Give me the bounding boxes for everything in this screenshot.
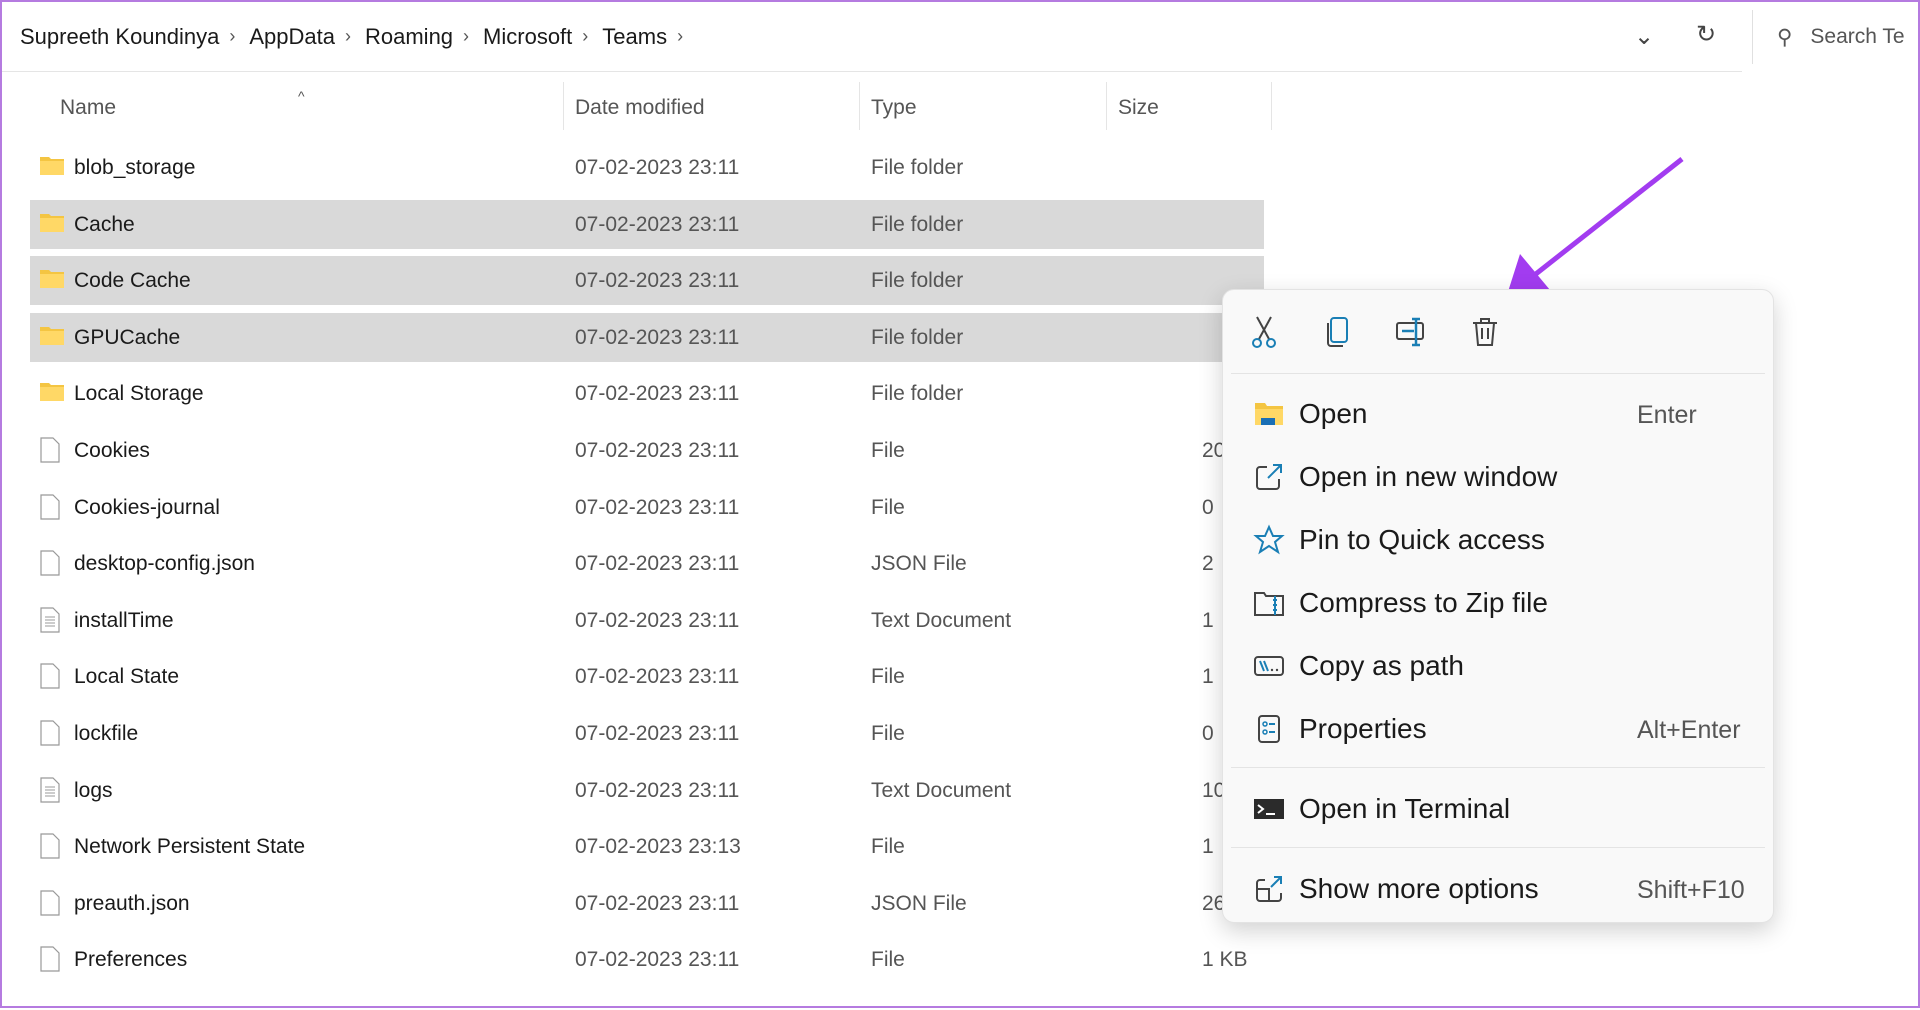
cut-icon[interactable] (1244, 312, 1284, 352)
copy-icon[interactable] (1318, 312, 1358, 352)
context-menu: Open Enter Open in new window Pin to Qui… (1222, 289, 1774, 923)
menu-item-open[interactable]: Open Enter (1231, 386, 1765, 442)
menu-item-copy-as-path[interactable]: Copy as path (1231, 638, 1765, 694)
shortcut-hint: Shift+F10 (1637, 876, 1745, 904)
terminal-icon (1253, 793, 1285, 825)
shortcut-hint: Enter (1637, 401, 1697, 429)
shortcut-hint: Alt+Enter (1637, 716, 1741, 744)
delete-icon[interactable] (1465, 312, 1505, 352)
menu-item-open-in-terminal[interactable]: Open in Terminal (1231, 781, 1765, 837)
properties-icon (1253, 713, 1285, 745)
folder-open-icon (1253, 398, 1285, 430)
copy-path-icon (1253, 650, 1285, 682)
zip-icon (1253, 587, 1285, 619)
menu-item-show-more-options[interactable]: Show more options Shift+F10 (1231, 861, 1765, 917)
open-new-window-icon (1253, 461, 1285, 493)
menu-item-properties[interactable]: Properties Alt+Enter (1231, 701, 1765, 757)
rename-icon[interactable] (1391, 312, 1431, 352)
show-more-icon (1253, 873, 1285, 905)
menu-item-compress-to-zip-file[interactable]: Compress to Zip file (1231, 575, 1765, 631)
star-icon (1253, 524, 1285, 556)
menu-item-open-in-new-window[interactable]: Open in new window (1231, 449, 1765, 505)
menu-item-pin-to-quick-access[interactable]: Pin to Quick access (1231, 512, 1765, 568)
